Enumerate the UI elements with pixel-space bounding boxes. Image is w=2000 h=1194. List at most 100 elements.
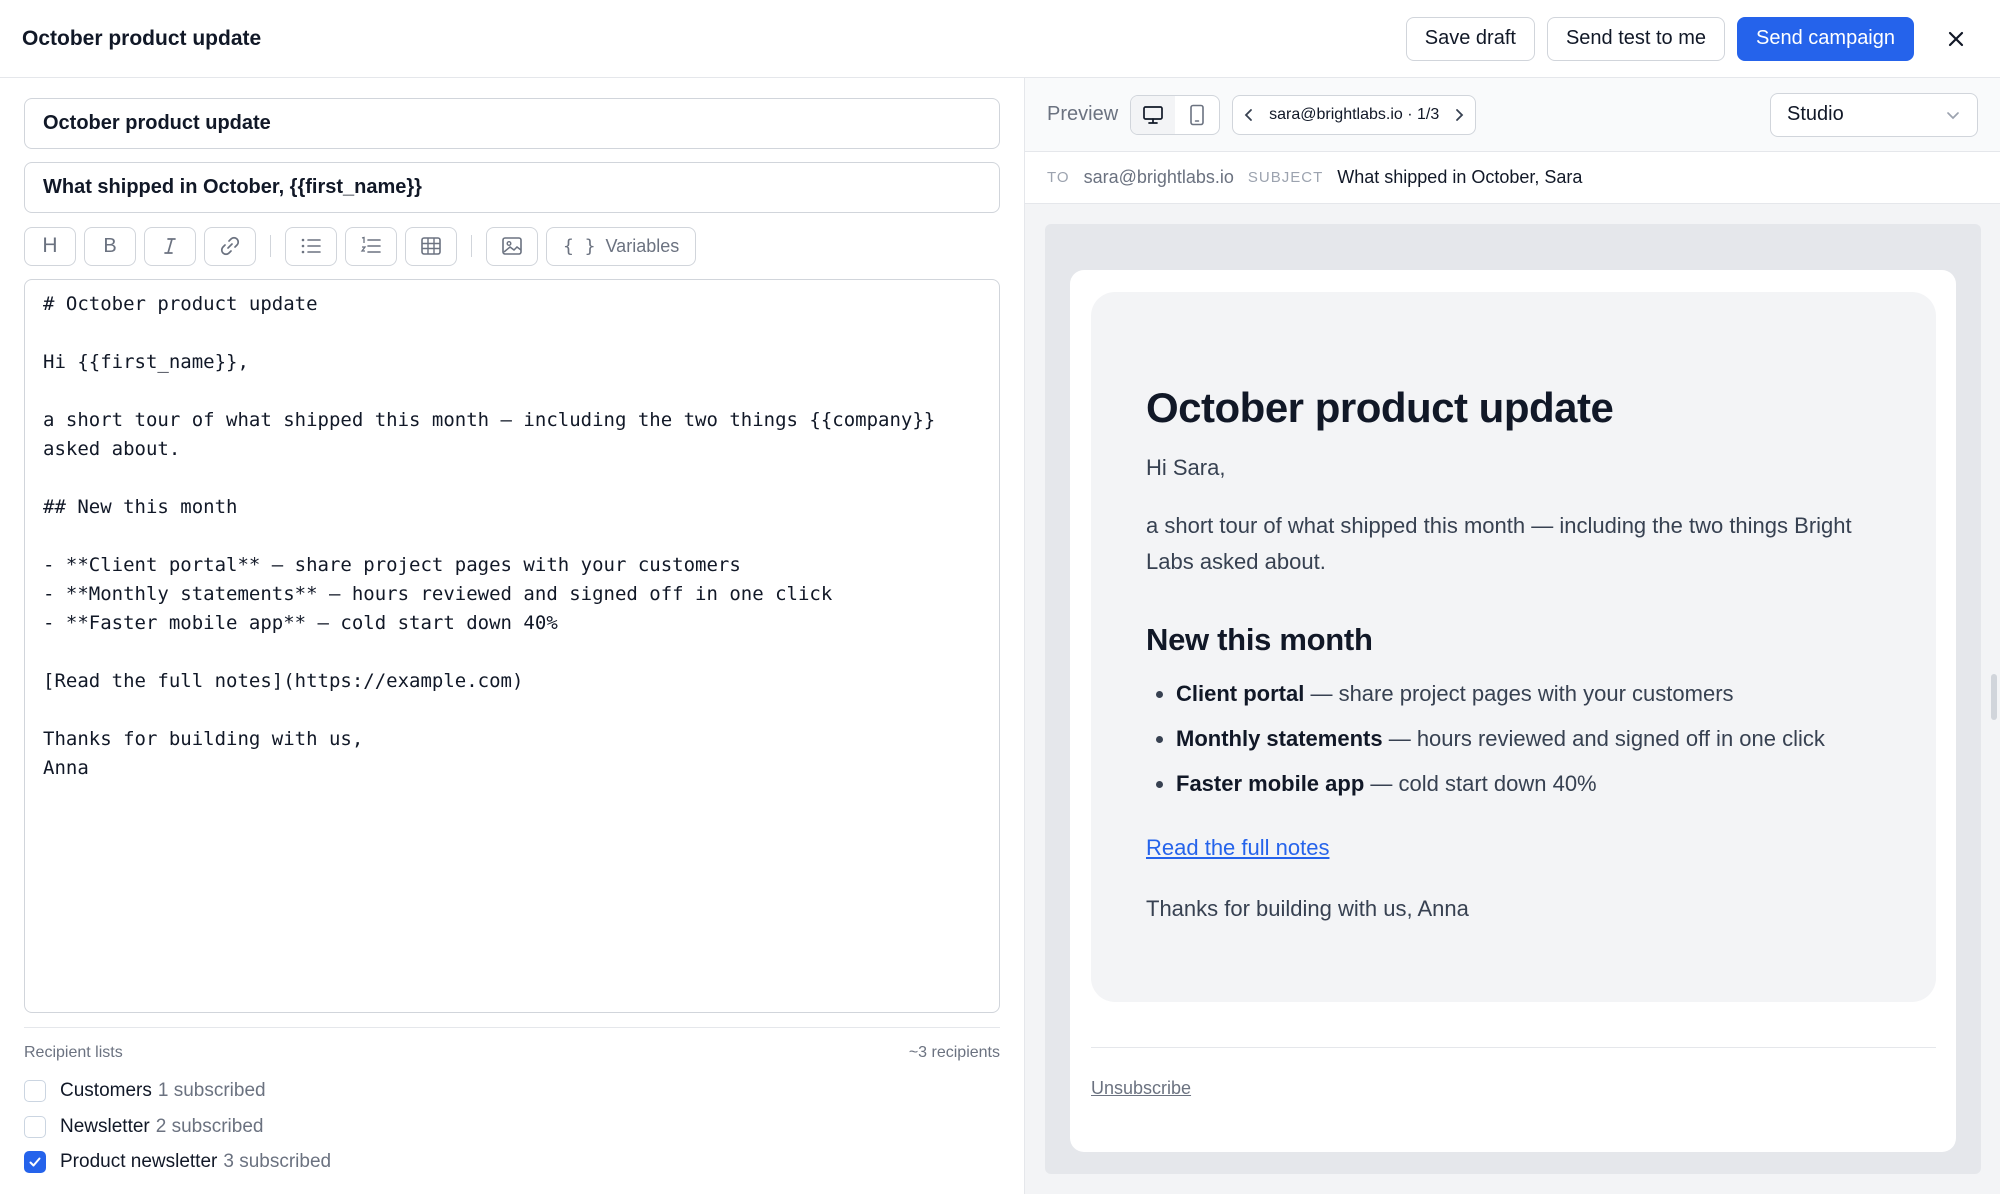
list-subscribed-count: 2 subscribed [155,1116,264,1137]
mobile-icon [1190,104,1204,125]
preview-meta: TO sara@brightlabs.io SUBJECT What shipp… [1025,152,2000,204]
link-button[interactable] [204,226,256,266]
link-icon [220,236,240,256]
read-notes-link[interactable]: Read the full notes [1146,835,1329,861]
desktop-view-button[interactable] [1131,95,1176,134]
editor-line: # October product update [43,293,318,315]
list-item: Faster mobile app — cold start down 40% [1176,766,1881,802]
divider [24,1027,1000,1028]
list-subscribed-count: 3 subscribed [223,1151,332,1172]
checkbox[interactable] [24,1116,46,1138]
markdown-editor[interactable]: # October product update Hi {{first_name}… [24,279,1000,1013]
email-content-card: October product update Hi Sara, a short … [1091,292,1936,1002]
save-draft-button[interactable]: Save draft [1405,16,1535,61]
toolbar-divider [471,235,472,257]
editor-line: - **Faster mobile app** — cold start dow… [43,612,558,634]
image-button[interactable] [486,226,538,266]
email-greeting: Hi Sara, [1146,455,1226,480]
list-name: Newsletter [60,1116,150,1137]
item-bold: Client portal [1176,681,1305,706]
recipient-lists-header: Recipient lists ~3 recipients [24,1044,1000,1062]
send-test-button[interactable]: Send test to me [1546,16,1726,61]
device-toggle [1130,94,1221,135]
numbered-list-button[interactable] [345,226,397,266]
chevron-left-icon[interactable] [1243,107,1255,123]
chevron-right-icon[interactable] [1453,107,1465,123]
preview-recipient: sara@brightlabs.io · 1/3 [1269,105,1440,123]
editor-line: Anna [43,757,89,779]
recipient-lists-label: Recipient lists [24,1044,123,1061]
to-value: sara@brightlabs.io [1083,167,1234,187]
recipient-list-product-newsletter[interactable]: Product newsletter 3 subscribed [24,1150,331,1174]
unsubscribe-link[interactable]: Unsubscribe [1091,1078,1191,1099]
braces-icon: { } [563,235,596,257]
editor-line: [Read the full notes](https://example.co… [43,670,524,692]
variables-button[interactable]: { } Variables [546,226,697,266]
italic-icon [164,238,176,254]
email-preview-canvas: October product update Hi Sara, a short … [1045,224,1981,1174]
variables-label: Variables [605,235,680,256]
numbered-list-icon [360,236,381,253]
recipient-navigator: sara@brightlabs.io · 1/3 [1232,94,1477,135]
list-item: Client portal — share project pages with… [1176,676,1881,712]
subject-label: SUBJECT [1247,169,1324,186]
editor-line: a short tour of what shipped this month … [43,409,936,431]
close-icon[interactable] [1934,17,1978,61]
email-signoff: Thanks for building with us, Anna [1146,896,1469,921]
scrollbar[interactable] [1991,674,1997,720]
bulleted-list-button[interactable] [285,226,337,266]
list-item: Monthly statements — hours reviewed and … [1176,721,1881,757]
bold-label: B [103,234,117,257]
preheader-input[interactable]: What shipped in October, {{first_name}} [24,162,1000,213]
checkbox-checked[interactable] [24,1151,46,1173]
top-bar: October product update Save draft Send t… [0,0,2000,78]
email-intro: a short tour of what shipped this month … [1146,513,1852,574]
format-toolbar: H B { } Variables [24,226,697,266]
editor-line: - **Monthly statements** — hours reviewe… [43,583,833,605]
item-text: — cold start down 40% [1364,771,1597,796]
heading-label: H [42,234,58,257]
email-title: October product update [1146,384,1614,431]
email-divider [1091,1047,1936,1048]
toolbar-divider [270,235,271,257]
item-text: — share project pages with your customer… [1304,681,1734,706]
list-name: Customers [60,1080,152,1101]
to-label: TO [1047,169,1070,186]
bulleted-list-icon [301,238,321,254]
preview-pane: Preview sara@brightlabs.io · 1/3 Studio [1025,78,2000,1194]
list-subscribed-count: 1 subscribed [157,1080,266,1101]
recipient-list-customers[interactable]: Customers 1 subscribed [24,1079,266,1103]
recipient-count: ~3 recipients [908,1044,1000,1061]
theme-value: Studio [1787,103,1844,125]
campaign-title: October product update [22,26,262,50]
preview-label: Preview [1047,103,1119,125]
heading-button[interactable]: H [24,226,76,266]
email-section-title: New this month [1146,622,1373,657]
table-button[interactable] [405,226,457,266]
desktop-icon [1143,105,1163,124]
italic-button[interactable] [144,226,196,266]
check-icon [29,1157,41,1167]
item-bold: Monthly statements [1176,726,1383,751]
table-icon [421,237,441,255]
editor-line: asked about. [43,438,181,460]
editor-line: Thanks for building with us, [43,728,364,750]
image-icon [502,237,522,255]
item-text: — hours reviewed and signed off in one c… [1382,726,1825,751]
list-name: Product newsletter [60,1151,218,1172]
email-body: October product update Hi Sara, a short … [1070,270,1956,1152]
subject-input[interactable]: October product update [24,98,1000,149]
editor-line: ## New this month [43,496,238,518]
send-campaign-button[interactable]: Send campaign [1737,16,1914,61]
bold-button[interactable]: B [84,226,136,266]
header-actions: Save draft Send test to me Send campaign [1405,16,1978,61]
checkbox[interactable] [24,1080,46,1102]
subject-value: What shipped in October, Sara [1337,167,1583,187]
mobile-view-button[interactable] [1175,96,1219,134]
recipient-list-newsletter[interactable]: Newsletter 2 subscribed [24,1115,263,1139]
theme-select[interactable]: Studio [1770,92,1978,137]
